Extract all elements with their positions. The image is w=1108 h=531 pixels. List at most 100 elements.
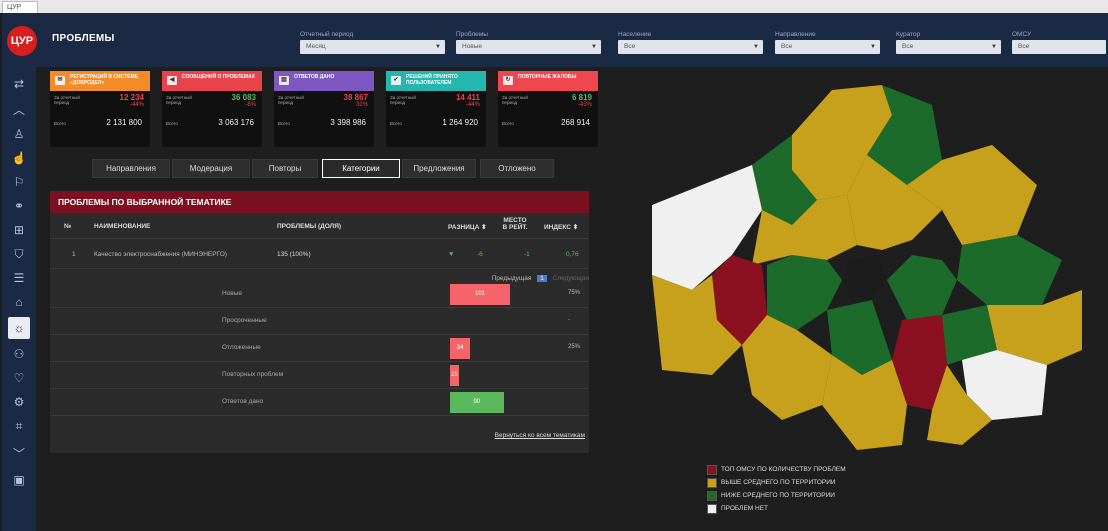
filter-population-label: Население [618, 31, 652, 38]
breakdown-bar[interactable]: 34 [450, 338, 470, 359]
filter-population-value: Все [624, 43, 636, 50]
app-logo[interactable]: ЦУР [7, 26, 37, 56]
legend-item: НИЖЕ СРЕДНЕГО ПО ТЕРРИТОРИИ [707, 491, 846, 504]
filter-problems-label: Проблемы [456, 31, 488, 38]
row-name: Качество электроснабжения (МИНЭНЕРГО) [94, 251, 227, 258]
kpi-header: ✉ РЕГИСТРАЦИЙ В СИСТЕМЕ «ДОБРОДЕЛ» [50, 71, 150, 91]
chevron-down-icon: ▼ [753, 44, 759, 50]
row-index: 0,76 [566, 251, 579, 258]
kpi-total: 268 914 [561, 118, 590, 127]
filter-problems: Проблемы Новые ▼ [456, 31, 601, 54]
legend-label: НИЖЕ СРЕДНЕГО ПО ТЕРРИТОРИИ [721, 492, 835, 499]
breakdown-bar[interactable]: 90 [450, 392, 504, 413]
map-region [957, 235, 1062, 305]
kpi-title: СООБЩЕНИЙ О ПРОБЛЕМАХ [182, 74, 255, 80]
filter-problems-select[interactable]: Новые ▼ [456, 40, 601, 54]
shield-icon[interactable]: ⛉ [8, 243, 30, 265]
heart-icon[interactable]: ♡ [8, 367, 30, 389]
legend-item: ТОП ОМСУ ПО КОЛИЧЕСТВУ ПРОБЛЕМ [707, 465, 846, 478]
grid-icon[interactable]: ⊞ [8, 219, 30, 241]
kpi-total-label: Всего [54, 121, 66, 126]
handshake-icon[interactable]: ⚭ [8, 195, 30, 217]
kpi-total: 1 264 920 [442, 118, 478, 127]
kpi-card-answers[interactable]: ▤ ОТВЕТОВ ДАНО За отчетный период 38 867 32… [274, 71, 374, 147]
kpi-header: ✔ РЕШЕНИЙ ПРИНЯТО ПОЛЬЗОВАТЕЛЕМ [386, 71, 486, 91]
kpi-card-repeat-complaints[interactable]: ↻ ПОВТОРНЫЕ ЖАЛОБЫ За отчетный период 6 81… [498, 71, 598, 147]
app-window: ЦУР ПРОБЛЕМЫ Отчетный период Месяц ▼ Проб… [2, 13, 1108, 531]
lightbulb-icon[interactable]: ☼ [8, 317, 30, 339]
row-diff: -6 [477, 251, 483, 258]
col-index[interactable]: ИНДЕКС ⬍ [544, 223, 578, 231]
back-to-all-link[interactable]: Вернуться ко всем тематикам [495, 432, 585, 439]
filter-curator-label: Куратор [896, 31, 921, 38]
breakdown-bar[interactable]: 101 [450, 284, 510, 305]
kpi-card-decisions[interactable]: ✔ РЕШЕНИЙ ПРИНЯТО ПОЛЬЗОВАТЕЛЕМ За отчетн… [386, 71, 486, 147]
filter-omsu: ОМСУ Все [1012, 31, 1106, 54]
filter-population-select[interactable]: Все ▼ [618, 40, 763, 54]
kpi-total: 2 131 800 [106, 118, 142, 127]
map-regions[interactable] [652, 85, 1082, 450]
filter-direction-select[interactable]: Все ▼ [775, 40, 880, 54]
breakdown-pct: - [568, 317, 570, 323]
region-map [652, 85, 1082, 450]
person-icon[interactable]: ♙ [8, 123, 30, 145]
table-row[interactable]: 1 Качество электроснабжения (МИНЭНЕРГО) … [50, 239, 589, 269]
building-icon[interactable]: ⌂ [8, 291, 30, 313]
chevron-down-icon: ▼ [870, 44, 876, 50]
map-region [742, 315, 832, 420]
legend-swatch [707, 504, 717, 514]
flag-icon[interactable]: ⚐ [8, 171, 30, 193]
hand-icon[interactable]: ☝ [8, 147, 30, 169]
legend-swatch [707, 478, 717, 488]
filter-problems-value: Новые [462, 43, 483, 50]
chevron-down-icon: ▼ [591, 44, 597, 50]
breakdown-label: Новые [222, 290, 243, 297]
breakdown-row: Ответов дано 90 [50, 389, 589, 416]
envelope-icon: ✉ [55, 76, 65, 85]
map-region [887, 255, 957, 320]
breakdown-row: Просроченные - [50, 308, 589, 335]
app-header: ЦУР ПРОБЛЕМЫ Отчетный период Месяц ▼ Проб… [2, 13, 1108, 67]
chevron-up-icon[interactable]: ︿ [8, 99, 30, 121]
kpi-total-label: Всего [278, 121, 290, 126]
filter-period: Отчетный период Месяц ▼ [300, 31, 445, 54]
browser-tabbar: ЦУР [0, 0, 1108, 13]
list-icon[interactable]: ☰ [8, 267, 30, 289]
col-name[interactable]: НАИМЕНОВАНИЕ [94, 223, 150, 230]
swap-icon[interactable]: ⇄ [8, 73, 30, 95]
breakdown-row: Повторных проблем 15 [50, 362, 589, 389]
chart-icon[interactable]: ⌗ [8, 415, 30, 437]
kpi-pct: -44% [129, 102, 144, 108]
chevron-down-icon: ▼ [991, 44, 997, 50]
breakdown-bar[interactable]: 15 [450, 365, 459, 386]
col-problems[interactable]: ПРОБЛЕМЫ (ДОЛЯ) [277, 223, 341, 230]
kpi-total-label: Всего [390, 121, 402, 126]
kpi-card-reports[interactable]: ◀ СООБЩЕНИЙ О ПРОБЛЕМАХ За отчетный перио… [162, 71, 262, 147]
kpi-period-label: За отчетный период [54, 95, 80, 105]
breakdown-label: Повторных проблем [222, 371, 284, 378]
col-diff[interactable]: РАЗНИЦА ⬍ [448, 223, 487, 231]
browser-tab[interactable]: ЦУР [2, 1, 38, 13]
tab-postponed[interactable]: Отложено [480, 159, 554, 178]
kpi-pct: -43% [577, 102, 592, 108]
filter-omsu-select[interactable]: Все [1012, 40, 1106, 54]
filter-curator: Куратор Все ▼ [896, 31, 1001, 54]
save-icon[interactable]: ▣ [8, 469, 30, 491]
people-icon[interactable]: ⚇ [8, 343, 30, 365]
gear-icon[interactable]: ⚙ [8, 391, 30, 413]
tab-categories[interactable]: Категории [322, 159, 400, 178]
map-legend: ТОП ОМСУ ПО КОЛИЧЕСТВУ ПРОБЛЕМ ВЫШЕ СРЕД… [707, 465, 846, 517]
tab-suggestions[interactable]: Предложения [402, 159, 476, 178]
kpi-card-registrations[interactable]: ✉ РЕГИСТРАЦИЙ В СИСТЕМЕ «ДОБРОДЕЛ» За отч… [50, 71, 150, 147]
filter-period-select[interactable]: Месяц ▼ [300, 40, 445, 54]
filter-curator-select[interactable]: Все ▼ [896, 40, 1001, 54]
col-place[interactable]: МЕСТО В РЕЙТ. [502, 217, 528, 231]
filter-curator-value: Все [902, 43, 914, 50]
problems-panel: ПРОБЛЕМЫ ПО ВЫБРАННОЙ ТЕМАТИКЕ № НАИМЕНО… [50, 191, 589, 453]
col-num[interactable]: № [64, 223, 71, 230]
tab-repeats[interactable]: Повторы [252, 159, 318, 178]
tab-moderation[interactable]: Модерация [172, 159, 250, 178]
row-problems: 135 (100%) [277, 251, 311, 258]
tab-directions[interactable]: Направления [92, 159, 170, 178]
chevron-down-icon[interactable]: ﹀ [8, 443, 30, 465]
